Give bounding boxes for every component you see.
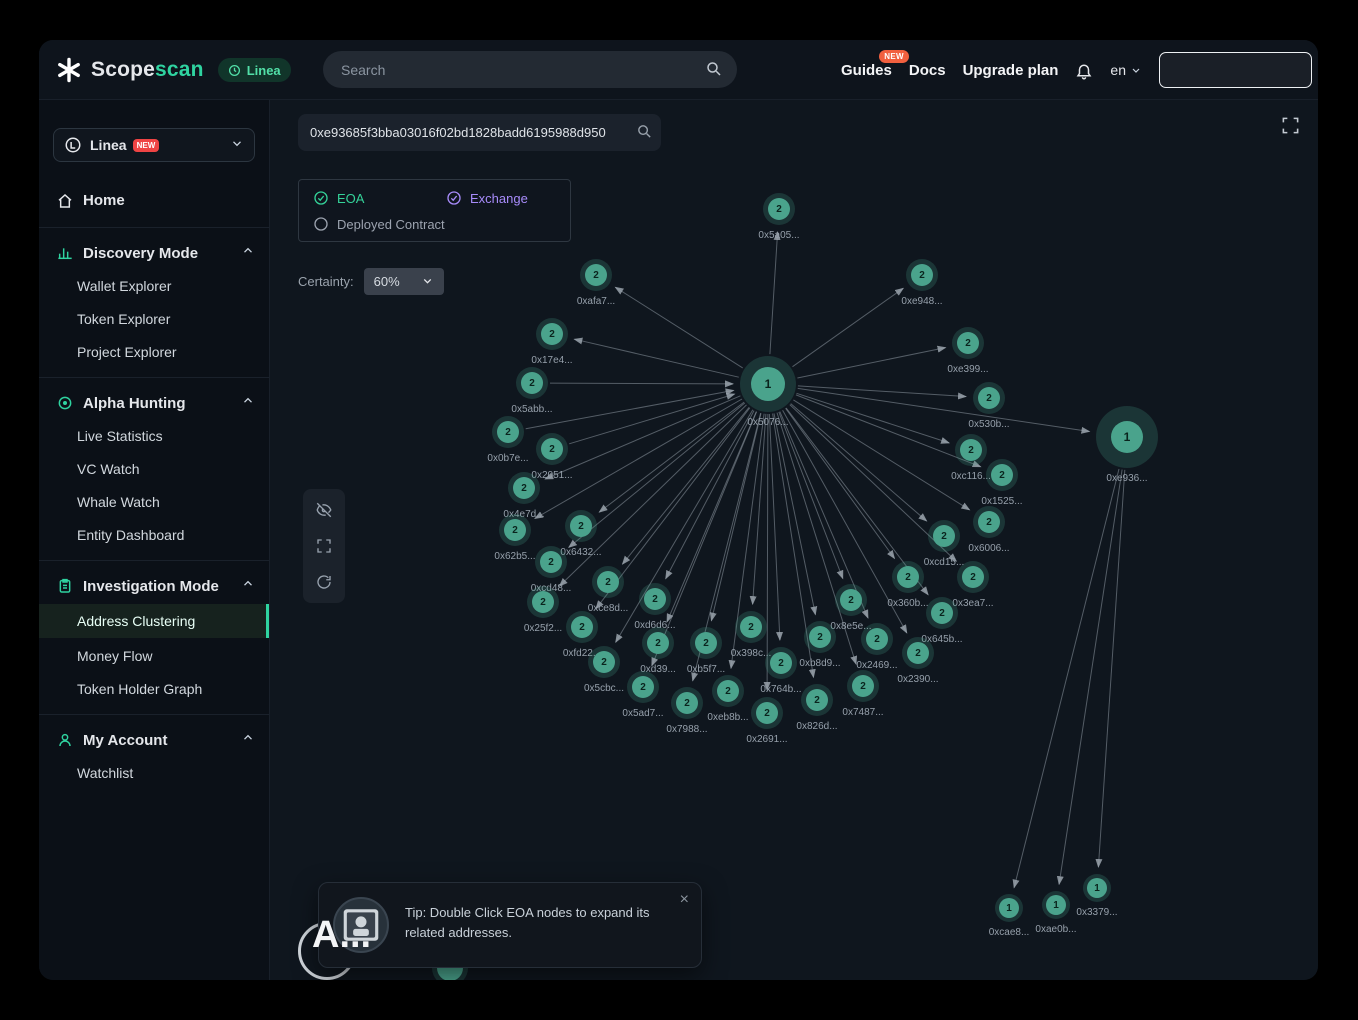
header-nav: Guides NEW Docs Upgrade plan en <box>841 40 1312 100</box>
sidebar-item-vc-watch[interactable]: VC Watch <box>39 454 269 484</box>
app-window: Scopescan Linea Guides NEW Docs Upg <box>39 40 1318 980</box>
legend-eoa[interactable]: EOA <box>313 190 446 206</box>
logo-star-icon <box>55 56 83 84</box>
home-icon <box>57 193 73 209</box>
sidebar-item-entity-dashboard[interactable]: Entity Dashboard <box>39 520 269 550</box>
cluster-title-fragment: A... <box>312 914 371 957</box>
connect-wallet-button[interactable] <box>1159 52 1312 88</box>
nav-guides[interactable]: Guides NEW <box>841 62 892 79</box>
logo-text: Scopescan <box>91 58 204 82</box>
header: Scopescan Linea Guides NEW Docs Upg <box>39 40 1318 100</box>
divider <box>39 377 269 378</box>
sidebar-item-watchlist[interactable]: Watchlist <box>39 758 269 788</box>
close-icon[interactable]: × <box>680 891 689 909</box>
guides-new-badge: NEW <box>879 50 909 63</box>
sidebar-item-address-clustering[interactable]: Address Clustering <box>39 604 269 638</box>
chain-selector-label: Linea <box>90 137 127 153</box>
sidebar-item-wallet-explorer[interactable]: Wallet Explorer <box>39 271 269 301</box>
sidebar: Linea NEW Home Discovery Mode Wallet Exp… <box>39 100 270 980</box>
sidebar-item-whale-watch[interactable]: Whale Watch <box>39 487 269 517</box>
chevron-up-icon <box>241 394 255 412</box>
nav-upgrade-plan[interactable]: Upgrade plan <box>963 62 1059 79</box>
check-circle-icon <box>313 190 329 206</box>
search-icon <box>705 60 723 83</box>
nav-docs[interactable]: Docs <box>909 62 946 79</box>
notification-bell-icon[interactable] <box>1075 61 1093 80</box>
chain-selector[interactable]: Linea NEW <box>53 128 255 162</box>
eye-off-icon <box>315 501 333 519</box>
bar-chart-icon <box>57 245 73 261</box>
sidebar-section-alpha-hunting[interactable]: Alpha Hunting <box>39 388 269 418</box>
graph-toolbar <box>303 489 345 603</box>
legend-deployed-contract[interactable]: Deployed Contract <box>313 216 445 232</box>
fullscreen-button[interactable] <box>1281 116 1300 140</box>
graph-canvas[interactable]: 10x5076...10xe936...20x5a05...20xafa7...… <box>270 100 1318 980</box>
sidebar-item-home[interactable]: Home <box>39 184 269 217</box>
hide-labels-button[interactable] <box>307 493 341 527</box>
address-search-box <box>298 114 661 151</box>
scopescan-logo[interactable]: Scopescan Linea <box>55 40 291 100</box>
chevron-down-icon <box>230 136 244 155</box>
linea-chain-icon <box>64 136 82 154</box>
chevron-down-icon <box>1130 64 1142 76</box>
sidebar-section-investigation-mode[interactable]: Investigation Mode <box>39 571 269 601</box>
sidebar-section-discovery-mode[interactable]: Discovery Mode <box>39 238 269 268</box>
fit-view-button[interactable] <box>307 529 341 563</box>
chain-new-badge: NEW <box>133 139 160 152</box>
divider <box>39 560 269 561</box>
certainty-control: Certainty: 60% <box>298 268 444 295</box>
global-search <box>323 51 737 88</box>
fullscreen-icon <box>1281 116 1300 135</box>
sidebar-item-token-explorer[interactable]: Token Explorer <box>39 304 269 334</box>
certainty-label: Certainty: <box>298 274 354 289</box>
chevron-down-icon <box>421 274 434 290</box>
target-icon <box>57 395 73 411</box>
empty-circle-icon <box>313 216 329 232</box>
legend-exchange[interactable]: Exchange <box>446 190 528 206</box>
expand-icon <box>315 537 333 555</box>
check-circle-icon <box>446 190 462 206</box>
tip-toast: Tip: Double Click EOA nodes to expand it… <box>318 882 702 968</box>
address-input[interactable] <box>310 125 627 140</box>
refresh-icon <box>315 573 333 591</box>
search-icon <box>636 123 653 145</box>
refresh-button[interactable] <box>307 565 341 599</box>
user-icon <box>57 732 73 748</box>
sidebar-item-money-flow[interactable]: Money Flow <box>39 641 269 671</box>
chevron-up-icon <box>241 577 255 595</box>
chevron-up-icon <box>241 244 255 262</box>
header-chain-badge: Linea <box>218 58 291 82</box>
node-type-legend: EOA Exchange Deployed Contract <box>298 179 571 242</box>
chevron-up-icon <box>241 731 255 749</box>
certainty-select[interactable]: 60% <box>364 268 444 295</box>
sidebar-item-token-holder-graph[interactable]: Token Holder Graph <box>39 674 269 704</box>
clock-icon <box>228 64 241 77</box>
language-selector[interactable]: en <box>1110 62 1142 78</box>
sidebar-section-my-account[interactable]: My Account <box>39 725 269 755</box>
divider <box>39 714 269 715</box>
sidebar-item-project-explorer[interactable]: Project Explorer <box>39 337 269 367</box>
global-search-input[interactable] <box>341 62 697 78</box>
clipboard-icon <box>57 578 73 594</box>
sidebar-item-live-statistics[interactable]: Live Statistics <box>39 421 269 451</box>
divider <box>39 227 269 228</box>
tip-text: Tip: Double Click EOA nodes to expand it… <box>405 897 687 953</box>
